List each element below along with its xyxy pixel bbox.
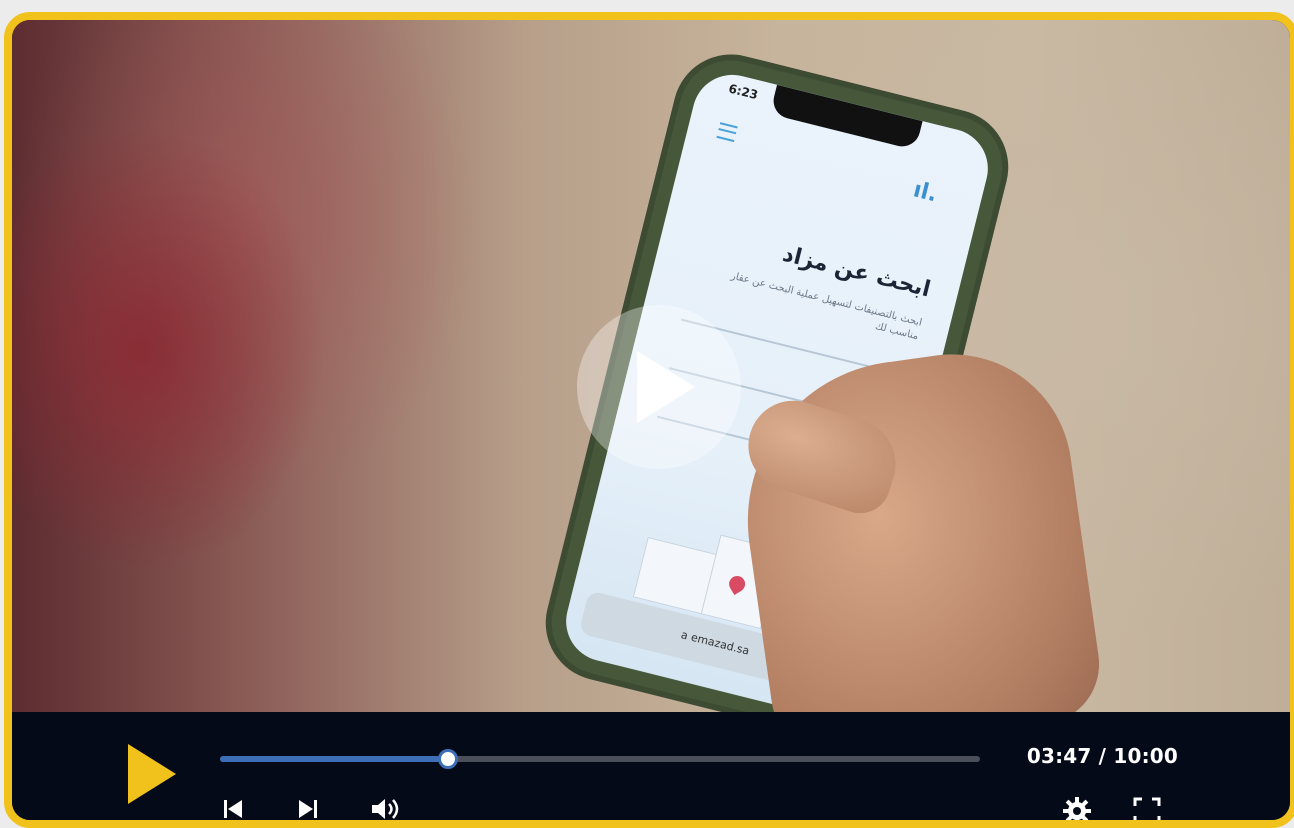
control-bar: 03:47 / 10:00 <box>12 712 1290 820</box>
fullscreen-icon[interactable] <box>1132 796 1162 826</box>
progress-track[interactable] <box>220 749 980 769</box>
video-frame[interactable]: 6:23 ıl. ابحث عن مزاد ابحث بالتصنيفات لت… <box>12 20 1290 712</box>
big-play-button[interactable] <box>577 305 741 469</box>
skip-forward-icon[interactable] <box>297 798 319 820</box>
gear-icon[interactable] <box>1062 796 1092 826</box>
skip-back-icon[interactable] <box>222 798 244 820</box>
menu-icon <box>716 122 738 143</box>
progress-fill <box>220 756 448 762</box>
progress-handle[interactable] <box>437 749 458 769</box>
play-icon <box>128 744 176 804</box>
phone-status-time: 6:23 <box>727 81 760 103</box>
phone-notch <box>769 84 923 151</box>
volume-icon[interactable] <box>370 798 404 820</box>
app-logo: ıl. <box>910 177 940 208</box>
play-button[interactable] <box>128 744 176 804</box>
video-player: 6:23 ıl. ابحث عن مزاد ابحث بالتصنيفات لت… <box>4 12 1294 828</box>
time-display: 03:47 / 10:00 <box>1026 744 1178 768</box>
play-icon <box>637 351 695 423</box>
